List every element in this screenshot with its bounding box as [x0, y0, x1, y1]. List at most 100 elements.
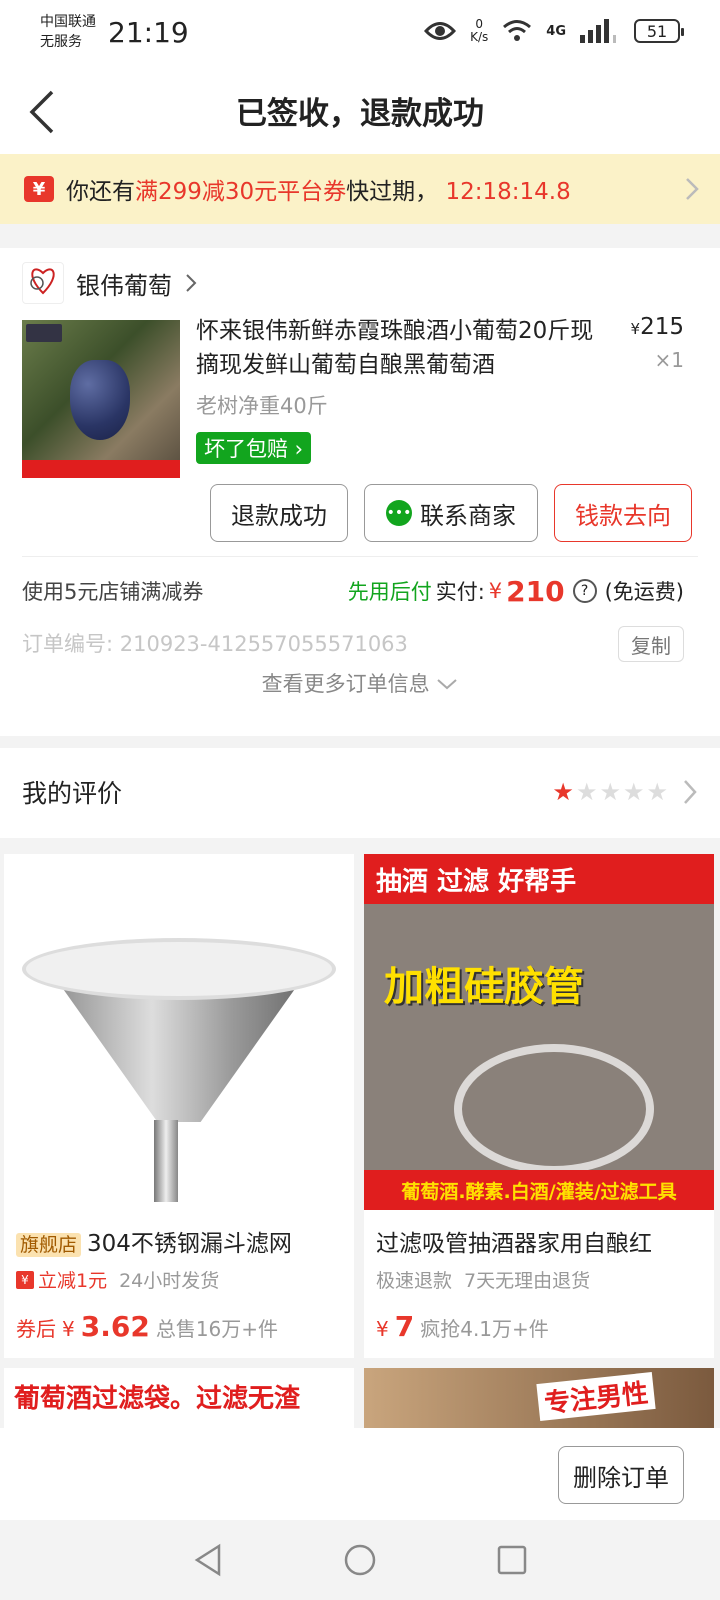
star-icon: ★	[552, 778, 574, 806]
signal-icon	[580, 19, 616, 43]
help-icon[interactable]: ?	[572, 579, 597, 603]
review-stars: ★ ★ ★ ★ ★	[552, 778, 668, 806]
coupon-suffix: 快过期，	[346, 179, 439, 205]
price-value: 215	[640, 314, 684, 340]
review-label: 我的评价	[22, 779, 123, 808]
net-speed-unit: K/s	[470, 30, 489, 44]
battery-icon: 51	[634, 19, 684, 43]
contact-label: 联系商家	[420, 501, 516, 530]
sales-count: 疯抢4.1万+件	[420, 1317, 549, 1341]
order-number: 订单编号: 210923-412557055571063	[22, 632, 408, 656]
money-flow-button[interactable]: 钱款去向	[554, 484, 692, 542]
rec-title: 旗舰店 304不锈钢漏斗滤网	[16, 1224, 346, 1258]
recommended-product-partial[interactable]: 专注男性	[364, 1368, 714, 1428]
product-image	[4, 854, 354, 1210]
contact-seller-button[interactable]: ••• 联系商家	[364, 484, 538, 542]
bottom-action-bar: 删除订单	[0, 1428, 720, 1520]
recents-square-icon[interactable]	[497, 1545, 527, 1575]
product-spec: 老树净重40斤	[196, 394, 328, 418]
recommended-product-partial[interactable]: 葡萄酒过滤袋。过滤无渣	[4, 1368, 354, 1428]
nav-bar: 已签收，退款成功	[0, 70, 720, 154]
product-quantity: ×1	[654, 348, 684, 372]
price-value: 3.62	[80, 1310, 150, 1343]
promo-tag: ¥ 立减1元	[16, 1266, 107, 1293]
shipping-label: (免运费)	[604, 580, 684, 604]
shop-header[interactable]: 银伟葡萄	[22, 262, 198, 304]
product-thumbnail[interactable]	[22, 320, 180, 478]
system-navigation-bar	[0, 1520, 720, 1600]
star-icon: ★	[599, 778, 621, 806]
image-footer-text: 葡萄酒.酵素.白酒/灌装/过滤工具	[364, 1170, 714, 1210]
back-triangle-icon[interactable]	[193, 1543, 223, 1577]
payment-row: 使用5元店铺满减券 先用后付 实付: ¥210 ? (免运费)	[22, 566, 684, 616]
guarantee-label: 坏了包赔	[204, 437, 288, 461]
coupon-expiry-banner[interactable]: ¥ 你还有满299减30元平台券快过期， 12:18:14.8	[0, 154, 720, 224]
paid-summary: 先用后付 实付: ¥210 ? (免运费)	[348, 575, 684, 608]
coupon-prefix: 你还有	[66, 179, 135, 205]
image-header-text: 抽酒 过滤 好帮手	[364, 854, 714, 904]
more-info-label: 查看更多订单信息	[261, 672, 430, 696]
delete-order-button[interactable]: 删除订单	[558, 1446, 684, 1504]
promo-text: 立减1元	[38, 1270, 108, 1292]
coupon-text: 你还有满299减30元平台券快过期， 12:18:14.8	[66, 172, 571, 206]
paid-currency: ¥	[488, 579, 503, 603]
chevron-right-icon	[684, 780, 697, 804]
divider	[22, 556, 698, 557]
star-icon: ★	[646, 778, 668, 806]
image-headline: 加粗硅胶管	[384, 964, 584, 1010]
discount-icon: ¥	[16, 1270, 34, 1289]
carrier-name: 中国联通	[40, 14, 96, 30]
rec-title: 过滤吸管抽酒器家用自酿红	[376, 1231, 652, 1257]
coupon-highlight: 满299减30元平台券	[135, 179, 347, 205]
rec-title-text: 304不锈钢漏斗滤网	[87, 1231, 292, 1257]
copy-button[interactable]: 复制	[618, 626, 684, 662]
refund-status-button[interactable]: 退款成功	[210, 484, 348, 542]
rec-price-row: ¥7 疯抢4.1万+件	[376, 1310, 549, 1343]
coupon-used: 使用5元店铺满减券	[22, 580, 204, 604]
product-title[interactable]: 怀来银伟新鲜赤霞珠酿酒小葡萄20斤现摘现发鲜山葡萄自酿黑葡萄酒	[196, 314, 604, 382]
ship-tag: 24小时发货	[119, 1270, 220, 1292]
rec-tags: 极速退款 7天无理由退货	[376, 1266, 590, 1293]
order-card: 银伟葡萄 怀来银伟新鲜赤霞珠酿酒小葡萄20斤现摘现发鲜山葡萄自酿黑葡萄酒 ¥21…	[0, 248, 720, 736]
net-speed: 0 K/s	[470, 18, 488, 44]
more-order-info[interactable]: 查看更多订单信息	[0, 668, 720, 698]
price-prefix: 券后	[16, 1317, 56, 1341]
star-icon: ★	[575, 778, 598, 806]
price-currency: ¥	[62, 1317, 75, 1341]
price-value: 7	[394, 1310, 415, 1343]
carrier-info: 中国联通 无服务	[40, 12, 96, 52]
money-flow-label: 钱款去向	[575, 501, 671, 530]
status-bar: 中国联通 无服务 21:19 0 K/s 4G 51	[0, 0, 720, 70]
eye-icon	[424, 22, 457, 40]
chevron-right-icon	[686, 178, 699, 200]
recommended-product[interactable]: 抽酒 过滤 好帮手 加粗硅胶管 葡萄酒.酵素.白酒/灌装/过滤工具 过滤吸管抽酒…	[364, 854, 714, 1358]
wifi-icon	[503, 20, 532, 41]
paid-label: 实付:	[435, 580, 485, 604]
page-title: 已签收，退款成功	[236, 96, 484, 132]
guarantee-badge[interactable]: 坏了包赔 ›	[196, 432, 312, 464]
home-circle-icon[interactable]	[343, 1543, 377, 1577]
recommended-product[interactable]: 旗舰店 304不锈钢漏斗滤网 ¥ 立减1元 24小时发货 券后 ¥3.62 总售16…	[4, 854, 354, 1358]
price-currency: ¥	[376, 1317, 389, 1341]
chat-icon: •••	[386, 500, 412, 526]
product-image: 抽酒 过滤 好帮手 加粗硅胶管 葡萄酒.酵素.白酒/灌装/过滤工具	[364, 854, 714, 1210]
rec-price-row: 券后 ¥3.62 总售16万+件	[16, 1310, 278, 1343]
status-time: 21:19	[108, 16, 189, 49]
price-currency: ¥	[630, 320, 641, 338]
refund-tag: 极速退款	[376, 1270, 453, 1292]
coupon-countdown: 12:18:14.8	[445, 179, 571, 205]
sales-count: 总售16万+件	[155, 1317, 279, 1341]
my-review-row[interactable]: 我的评价 ★ ★ ★ ★ ★	[0, 748, 720, 838]
flagship-tag: 旗舰店	[16, 1233, 82, 1257]
chevron-right-icon	[186, 274, 197, 292]
network-type: 4G	[546, 23, 566, 39]
product-price: ¥215	[631, 314, 684, 340]
chevron-down-icon	[437, 679, 458, 690]
refund-label: 退款成功	[231, 501, 327, 530]
return-tag: 7天无理由退货	[464, 1270, 591, 1292]
shop-logo	[22, 262, 64, 304]
shop-name: 银伟葡萄	[76, 271, 172, 300]
star-icon: ★	[622, 778, 645, 806]
rec-tags: ¥ 立减1元 24小时发货	[16, 1266, 219, 1293]
carrier-service: 无服务	[40, 34, 82, 50]
